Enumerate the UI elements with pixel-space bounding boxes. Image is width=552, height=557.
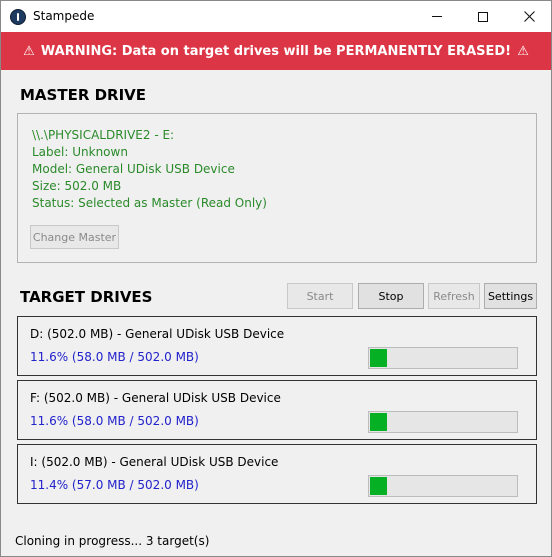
master-drive-model: Model: General UDisk USB Device: [32, 162, 235, 176]
maximize-icon: [478, 11, 488, 22]
drive-progress-text: 11.4% (57.0 MB / 502.0 MB): [30, 478, 199, 492]
progress-fill: [370, 477, 387, 495]
target-drive-panel: F: (502.0 MB) - General UDisk USB Device…: [17, 380, 537, 440]
warning-triangle-icon: ⚠: [23, 43, 35, 59]
title-bar: Stampede: [1, 1, 551, 32]
progress-fill: [370, 413, 387, 431]
drive-name: D: (502.0 MB) - General UDisk USB Device: [30, 327, 285, 341]
master-drive-status: Status: Selected as Master (Read Only): [32, 196, 267, 210]
target-drive-panel: D: (502.0 MB) - General UDisk USB Device…: [17, 316, 537, 376]
stop-button[interactable]: Stop: [358, 283, 424, 309]
progress-bar: [368, 475, 518, 497]
close-button[interactable]: [506, 1, 552, 32]
progress-fill: [370, 349, 387, 367]
minimize-icon: [432, 16, 442, 17]
master-drive-panel: \\.\PHYSICALDRIVE2 - E: Label: Unknown M…: [17, 113, 537, 263]
master-drive-heading: MASTER DRIVE: [20, 86, 147, 104]
warning-banner: ⚠ WARNING: Data on target drives will be…: [1, 32, 551, 70]
maximize-button[interactable]: [460, 1, 506, 32]
master-drive-label: Label: Unknown: [32, 145, 128, 159]
minimize-button[interactable]: [414, 1, 460, 32]
warning-triangle-icon: ⚠: [517, 43, 529, 59]
change-master-button[interactable]: Change Master: [30, 225, 119, 249]
close-icon: [523, 11, 535, 22]
settings-button[interactable]: Settings: [484, 283, 537, 309]
drive-progress-text: 11.6% (58.0 MB / 502.0 MB): [30, 350, 199, 364]
master-drive-path: \\.\PHYSICALDRIVE2 - E:: [32, 128, 175, 142]
status-bar-text: Cloning in progress... 3 target(s): [15, 534, 210, 548]
target-drive-panel: I: (502.0 MB) - General UDisk USB Device…: [17, 444, 537, 504]
target-drives-heading: TARGET DRIVES: [20, 288, 153, 306]
progress-bar: [368, 347, 518, 369]
warning-text: WARNING: Data on target drives will be P…: [40, 43, 512, 59]
master-drive-size: Size: 502.0 MB: [32, 179, 122, 193]
progress-bar: [368, 411, 518, 433]
drive-name: I: (502.0 MB) - General UDisk USB Device: [30, 455, 279, 469]
app-logo-icon: [10, 9, 26, 25]
refresh-button[interactable]: Refresh: [428, 283, 480, 309]
window-title: Stampede: [33, 9, 95, 23]
drive-progress-text: 11.6% (58.0 MB / 502.0 MB): [30, 414, 199, 428]
app-window: Stampede ⚠ WARNING: Data on target drive…: [0, 0, 552, 557]
drive-name: F: (502.0 MB) - General UDisk USB Device: [30, 391, 281, 405]
start-button[interactable]: Start: [287, 283, 353, 309]
